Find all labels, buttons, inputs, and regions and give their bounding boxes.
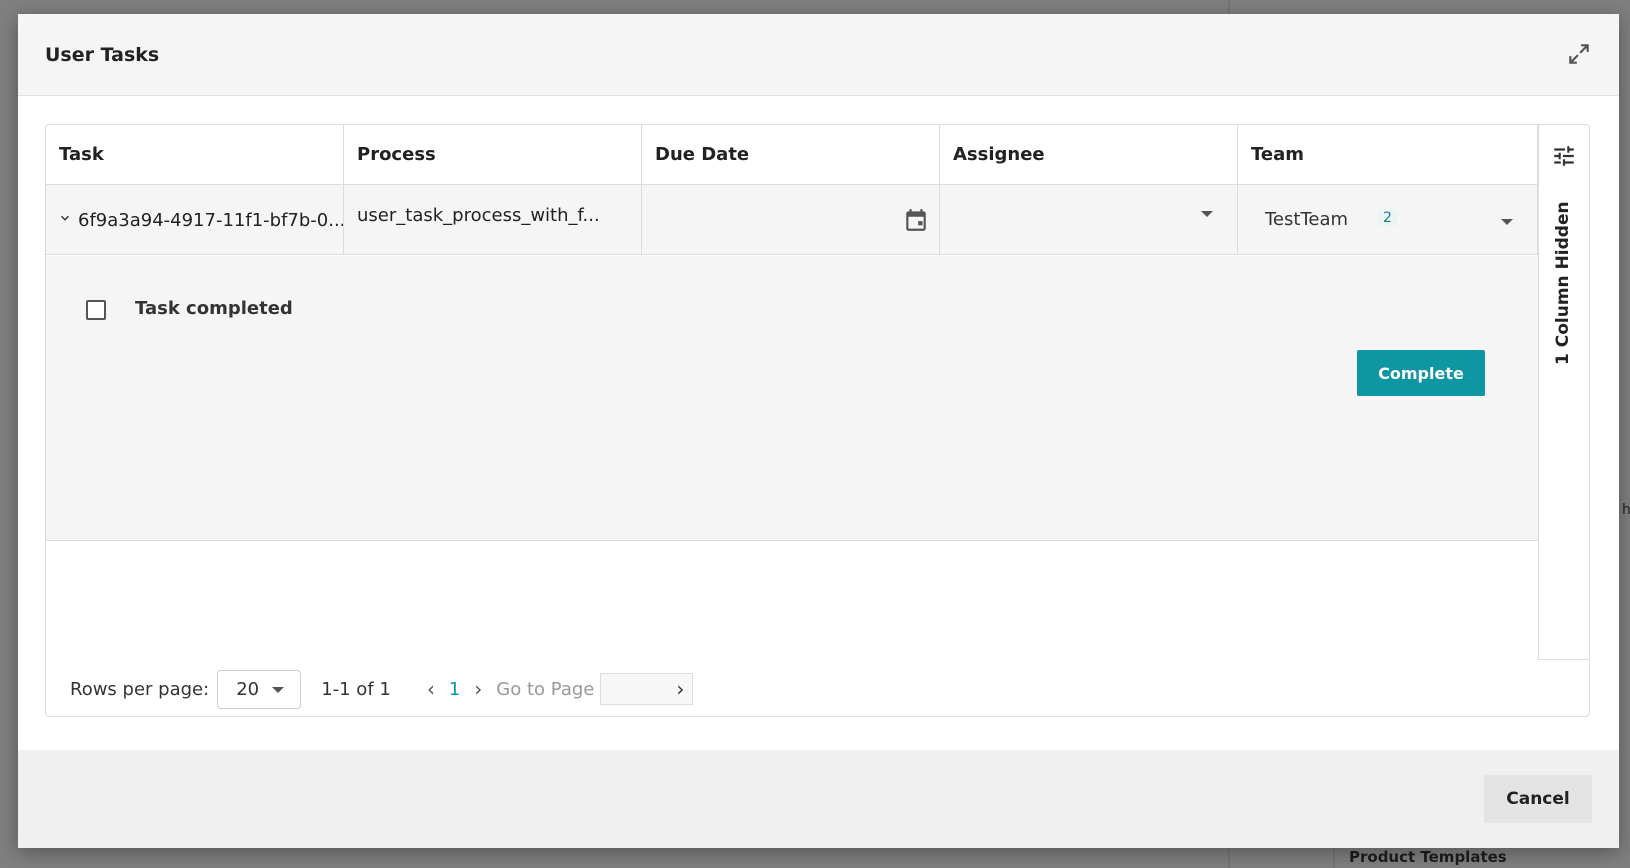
calendar-icon[interactable] (903, 206, 929, 234)
team-count-badge: 2 (1378, 210, 1397, 226)
column-header-task[interactable]: Task (46, 125, 344, 185)
task-completed-checkbox[interactable] (86, 300, 106, 320)
task-cell[interactable]: 6f9a3a94-4917-11f1-bf7b-0... (46, 185, 344, 255)
column-header-assignee[interactable]: Assignee (940, 125, 1238, 185)
go-arrow-icon[interactable]: › (676, 677, 684, 701)
rows-per-page-label: Rows per page: (70, 678, 210, 700)
background-product-templates: Product Templates (1349, 848, 1507, 866)
page-number-button[interactable]: 1 (449, 679, 460, 700)
chevron-down-icon[interactable] (58, 211, 72, 229)
caret-down-icon (1201, 211, 1213, 217)
modal-body: Task Process Due Date Assignee Team 6f9a… (18, 96, 1619, 750)
rows-per-page-value: 20 (236, 678, 260, 700)
process-cell: user_task_process_with_f... (344, 185, 642, 255)
background-text-fragment: h (1622, 502, 1630, 518)
chevron-left-icon[interactable]: ‹ (427, 677, 435, 701)
cancel-button[interactable]: Cancel (1484, 775, 1592, 823)
page-range: 1-1 of 1 (321, 678, 391, 700)
go-to-page-label: Go to Page (496, 678, 595, 700)
team-value: TestTeam (1265, 209, 1349, 230)
go-to-page-input[interactable] (601, 674, 672, 704)
modal-title: User Tasks (45, 44, 160, 66)
column-visibility-panel: 1 Column Hidden (1538, 125, 1589, 660)
table-header-row: Task Process Due Date Assignee Team (46, 125, 1538, 185)
column-header-process[interactable]: Process (344, 125, 642, 185)
task-completed-label: Task completed (135, 298, 293, 319)
complete-button[interactable]: Complete (1357, 350, 1485, 396)
expand-icon[interactable] (1566, 41, 1592, 67)
pagination-bar: Rows per page: 20 1-1 of 1 ‹ 1 › Go to P… (46, 660, 1589, 716)
caret-down-icon (1501, 219, 1513, 225)
hidden-columns-toggle[interactable]: 1 Column Hidden (1553, 201, 1573, 365)
tasks-table: Task Process Due Date Assignee Team 6f9a… (45, 124, 1590, 717)
task-id: 6f9a3a94-4917-11f1-bf7b-0... (78, 209, 344, 231)
tune-icon[interactable] (1551, 143, 1577, 169)
modal-header: User Tasks (18, 14, 1619, 96)
due-date-field[interactable] (642, 185, 940, 255)
go-to-page-field: › (600, 673, 694, 705)
expanded-row-panel: Task completed Complete (46, 256, 1538, 541)
caret-down-icon (272, 686, 285, 693)
team-select[interactable]: TestTeam 2 (1238, 185, 1538, 255)
assignee-select[interactable] (940, 185, 1238, 255)
rows-per-page-select[interactable]: 20 (217, 669, 302, 709)
column-header-team[interactable]: Team (1238, 125, 1538, 185)
column-header-due-date[interactable]: Due Date (642, 125, 940, 185)
table-row: 6f9a3a94-4917-11f1-bf7b-0... user_task_p… (46, 185, 1538, 255)
user-tasks-modal: User Tasks Task Process Due Date Assigne… (18, 14, 1619, 848)
process-name: user_task_process_with_f... (357, 205, 600, 226)
modal-footer: Cancel (18, 750, 1619, 848)
chevron-right-icon[interactable]: › (474, 677, 482, 701)
